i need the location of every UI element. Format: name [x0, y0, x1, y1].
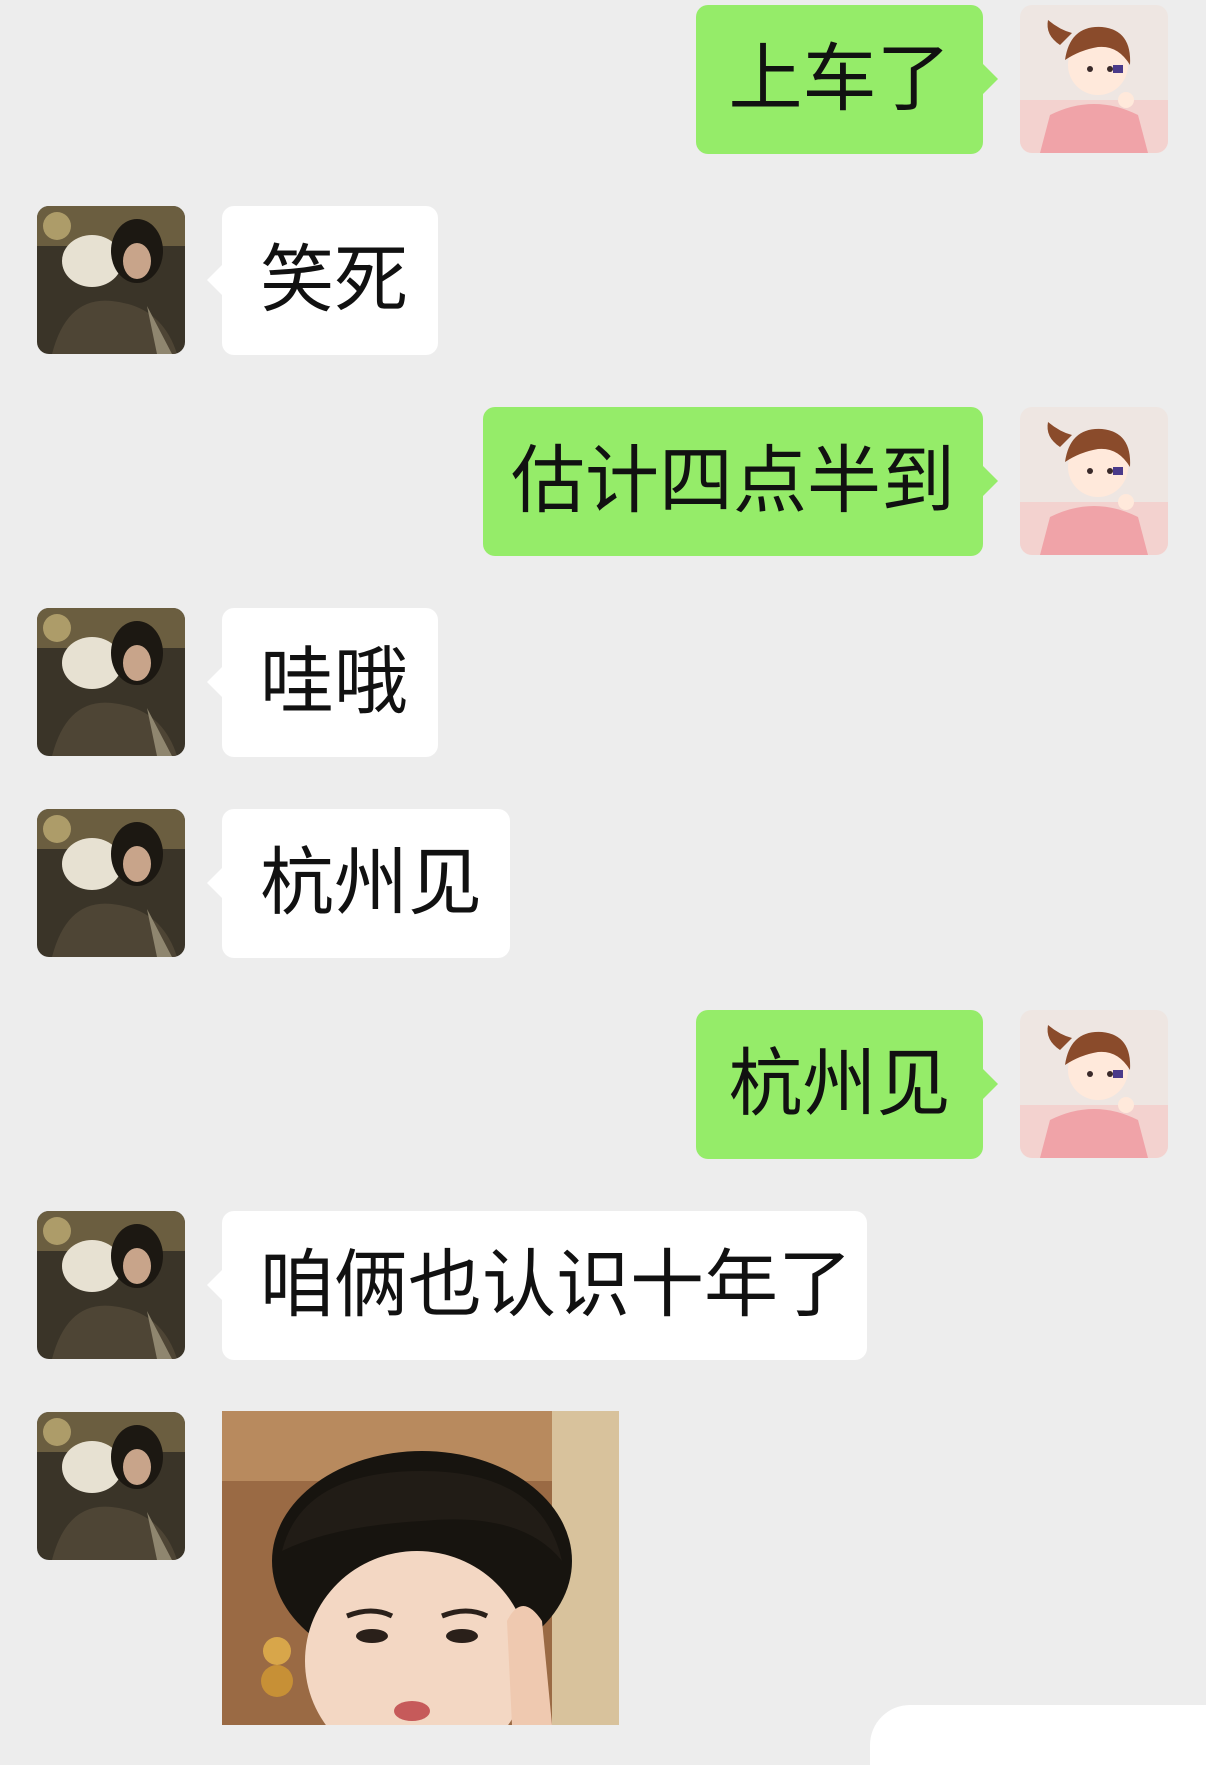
photo-avatar-icon [37, 1412, 185, 1560]
anime-girl-avatar-icon [1020, 407, 1168, 555]
message-bubble-incoming[interactable]: 咱俩也认识十年了 [207, 1211, 867, 1360]
reaction-sticker-image[interactable] [222, 1411, 619, 1725]
message-text: 杭州见 [728, 1041, 951, 1127]
photo-avatar-icon [37, 1211, 185, 1359]
contact-avatar[interactable] [37, 1211, 185, 1359]
message-text: 咱俩也认识十年了 [260, 1242, 852, 1328]
self-avatar[interactable] [1020, 5, 1168, 153]
message-bubble-outgoing[interactable]: 杭州见 [696, 1010, 998, 1159]
anime-girl-avatar-icon [1020, 5, 1168, 153]
contact-avatar[interactable] [37, 809, 185, 957]
photo-avatar-icon [37, 206, 185, 354]
message-bubble-incoming[interactable]: 笑死 [207, 206, 438, 355]
contact-avatar[interactable] [37, 206, 185, 354]
message-bubble-incoming[interactable]: 杭州见 [207, 809, 510, 958]
message-text: 杭州见 [260, 840, 482, 926]
message-text: 估计四点半到 [511, 438, 955, 524]
anime-girl-avatar-icon [1020, 1010, 1168, 1158]
message-bubble-outgoing[interactable]: 上车了 [696, 5, 998, 154]
message-text: 哇哦 [260, 639, 408, 725]
input-bar-corner [870, 1705, 1206, 1765]
contact-avatar[interactable] [37, 608, 185, 756]
message-text: 笑死 [260, 237, 408, 323]
self-avatar[interactable] [1020, 407, 1168, 555]
message-bubble-incoming[interactable]: 哇哦 [207, 608, 438, 757]
photo-avatar-icon [37, 809, 185, 957]
contact-avatar[interactable] [37, 1412, 185, 1560]
message-text: 上车了 [728, 36, 951, 122]
self-avatar[interactable] [1020, 1010, 1168, 1158]
photo-avatar-icon [37, 608, 185, 756]
message-bubble-outgoing[interactable]: 估计四点半到 [483, 407, 998, 556]
